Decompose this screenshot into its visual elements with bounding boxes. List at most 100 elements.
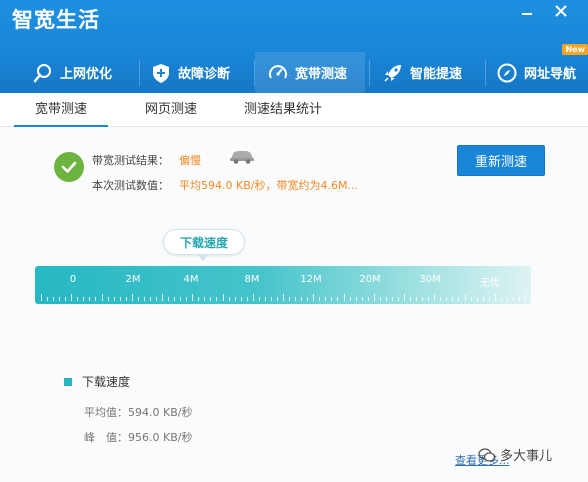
tab-broadband-speed[interactable]: 宽带测速 bbox=[14, 93, 108, 128]
gauge-tick bbox=[198, 297, 200, 301]
gauge-tick bbox=[307, 297, 309, 301]
gauge-tick bbox=[234, 297, 236, 301]
gauge-tick-label: 2M bbox=[125, 274, 141, 285]
app-header: 智宽生活 上网优化 故障诊断 宽带测速 智能提速 网址导航 New bbox=[0, 0, 588, 93]
result-value: 偏慢 bbox=[179, 154, 201, 167]
gauge-tick bbox=[410, 297, 412, 301]
gauge-tick bbox=[349, 297, 351, 301]
bubble-tail bbox=[197, 254, 209, 261]
nav-item-label: 智能提速 bbox=[410, 67, 463, 82]
nav-item-diagnose[interactable]: 故障诊断 bbox=[150, 52, 250, 93]
new-badge: New bbox=[562, 44, 588, 55]
gauge-tick bbox=[446, 297, 448, 301]
gauge-tick bbox=[385, 297, 387, 301]
gauge-tick bbox=[125, 297, 127, 301]
wechat-icon bbox=[478, 446, 496, 464]
gauge-tick bbox=[77, 297, 79, 301]
app-title: 智宽生活 bbox=[12, 8, 100, 32]
sub-tabs: 宽带测速 网页测速 测速结果统计 bbox=[0, 93, 588, 128]
result-label: 带宽测试结果： bbox=[92, 154, 169, 167]
gauge-tick bbox=[361, 297, 363, 301]
nav-item-boost[interactable]: 智能提速 bbox=[382, 52, 482, 93]
gauge-tick bbox=[240, 297, 242, 301]
gauge-tick bbox=[192, 294, 194, 301]
gauge-tick bbox=[137, 297, 139, 301]
gauge-tick bbox=[276, 297, 278, 301]
gauge-tick bbox=[482, 297, 484, 301]
gauge-tick bbox=[283, 294, 284, 301]
nav-item-optimize[interactable]: 上网优化 bbox=[32, 52, 132, 93]
speedtest-panel: 带宽测试结果： 偏慢 本次测试数值： 平均594.0 KB/秒，带宽约为4.6M..… bbox=[0, 127, 588, 482]
nav-item-label: 网址导航 bbox=[524, 67, 577, 82]
gauge-tick-label: 无忧 bbox=[480, 278, 500, 289]
gauge-tick bbox=[428, 297, 430, 301]
gauge-tick bbox=[222, 294, 224, 301]
gauge-tick bbox=[216, 297, 218, 301]
gauge-tick bbox=[500, 297, 502, 301]
gauge-tick bbox=[373, 294, 375, 301]
check-icon bbox=[54, 152, 84, 182]
gauge-tick bbox=[404, 294, 405, 301]
gauge-tick bbox=[155, 297, 157, 301]
close-icon[interactable] bbox=[554, 4, 568, 21]
gauge-tick bbox=[53, 297, 55, 301]
gauge-tick bbox=[416, 297, 418, 301]
gauge-tick bbox=[143, 297, 145, 301]
gauge-tick bbox=[464, 294, 466, 301]
result-label: 本次测试数值： bbox=[92, 179, 169, 192]
retest-button[interactable]: 重新测速 bbox=[457, 145, 545, 176]
gauge-tick bbox=[319, 297, 321, 301]
gauge-tick bbox=[452, 297, 454, 301]
gauge-tick bbox=[119, 297, 121, 301]
gauge-tick bbox=[397, 297, 399, 301]
minimize-icon[interactable] bbox=[520, 4, 534, 21]
gauge-tick bbox=[458, 297, 460, 301]
tab-speed-stats[interactable]: 测速结果统计 bbox=[228, 93, 338, 127]
gauge-tick bbox=[494, 294, 496, 301]
nav-item-label: 故障诊断 bbox=[178, 67, 231, 82]
gauge-tick bbox=[289, 297, 291, 301]
nav-item-navigation[interactable]: 网址导航 New bbox=[496, 44, 588, 93]
gauge-tick bbox=[301, 297, 303, 301]
watermark: 多大事儿 bbox=[478, 445, 552, 464]
gauge-tick bbox=[422, 297, 424, 301]
result-panel: 带宽测试结果： 偏慢 本次测试数值： 平均594.0 KB/秒，带宽约为4.6M..… bbox=[0, 127, 588, 197]
gauge-tick bbox=[512, 297, 514, 301]
gauge-tick bbox=[343, 294, 345, 301]
gauge-tick bbox=[59, 297, 61, 301]
gauge-tick bbox=[41, 294, 42, 301]
gauge-tick bbox=[204, 297, 206, 301]
gauge-tick-label: 30M bbox=[419, 274, 441, 285]
nav-divider bbox=[485, 60, 486, 86]
compass-icon bbox=[496, 62, 518, 84]
result-value: 平均594.0 KB/秒，带宽约为4.6M... bbox=[179, 179, 358, 192]
gauge-tick bbox=[228, 297, 230, 301]
search-icon bbox=[32, 62, 54, 84]
result-line-2: 本次测试数值： 平均594.0 KB/秒，带宽约为4.6M... bbox=[92, 177, 358, 193]
gauge-tick bbox=[367, 297, 369, 301]
gauge-tick bbox=[252, 294, 254, 301]
gauge-tick bbox=[518, 297, 520, 301]
nav-divider bbox=[369, 60, 370, 86]
gauge-tick bbox=[355, 297, 357, 301]
gauge-tick bbox=[246, 297, 248, 301]
gauge-tick bbox=[506, 297, 508, 301]
gauge-tick bbox=[270, 297, 272, 301]
watermark-text: 多大事儿 bbox=[500, 449, 553, 464]
gauge-label-bubble: 下载速度 bbox=[163, 229, 245, 255]
nav-item-label: 上网优化 bbox=[60, 67, 113, 82]
car-icon bbox=[228, 148, 256, 164]
tab-webpage-speed[interactable]: 网页测速 bbox=[126, 93, 216, 127]
gauge-tick bbox=[434, 294, 436, 301]
rocket-icon bbox=[382, 62, 404, 84]
gauge-tick bbox=[168, 297, 170, 301]
gauge-tick bbox=[107, 297, 109, 301]
gauge-tick bbox=[186, 297, 188, 301]
gauge-tick bbox=[331, 297, 333, 301]
gauge-tick-label: 4M bbox=[183, 274, 199, 285]
gauge-tick-label: 0 bbox=[69, 274, 77, 285]
gauge-tick bbox=[95, 297, 97, 301]
main-nav: 上网优化 故障诊断 宽带测速 智能提速 网址导航 New bbox=[0, 44, 588, 93]
nav-item-speedtest[interactable]: 宽带测速 bbox=[255, 52, 365, 93]
legend-swatch bbox=[64, 377, 72, 386]
